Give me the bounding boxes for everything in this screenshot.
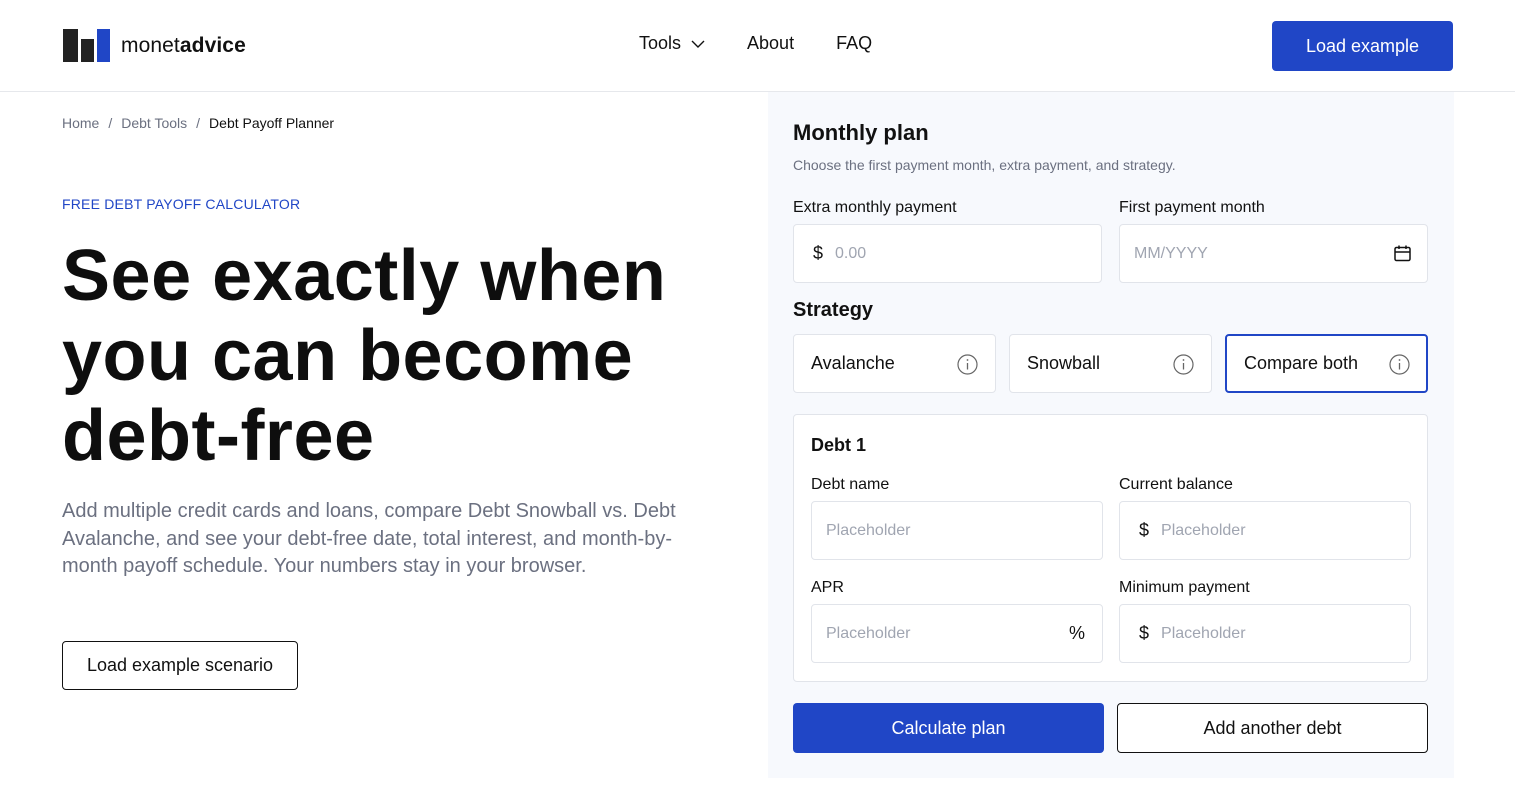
input-placeholder: MM/YYYY [1134, 244, 1208, 262]
add-another-debt-button[interactable]: Add another debt [1117, 703, 1428, 753]
breadcrumb: Home / Debt Tools / Debt Payoff Planner [62, 115, 334, 131]
nav-item-label: FAQ [836, 33, 873, 53]
strategy-option-snowball[interactable]: Snowball [1009, 334, 1212, 393]
nav-item-about[interactable]: About [747, 33, 794, 54]
extra-payment-input[interactable]: $ 0.00 [793, 224, 1102, 283]
main-nav: Tools About FAQ [639, 33, 872, 54]
brand-name: monetadvice [121, 33, 246, 57]
first-month-input[interactable]: MM/YYYY [1119, 224, 1428, 283]
input-placeholder: Placeholder [1161, 521, 1246, 539]
site-header: monetadvice Tools About FAQ Load example [0, 0, 1515, 92]
currency-prefix: $ [1139, 623, 1150, 643]
percent-suffix: % [1068, 623, 1085, 643]
apr-input[interactable]: Placeholder % [811, 604, 1103, 663]
strategy-option-avalanche[interactable]: Avalanche [793, 334, 996, 393]
debt-name-input[interactable]: Placeholder [811, 501, 1103, 560]
calculate-plan-button[interactable]: Calculate plan [793, 703, 1104, 753]
debt-name-label: Debt name [811, 476, 890, 493]
debt-card: Debt 1 Debt name Placeholder Current bal… [793, 414, 1428, 682]
chevron-down-icon [691, 40, 705, 48]
debt-title: Debt 1 [811, 435, 867, 455]
apr-label: APR [811, 579, 844, 596]
input-placeholder: 0.00 [835, 244, 867, 262]
currency-prefix: $ [813, 243, 824, 263]
calendar-icon[interactable] [1393, 244, 1412, 263]
current-balance-input[interactable]: $ Placeholder [1119, 501, 1411, 560]
eyebrow-text: FREE DEBT PAYOFF CALCULATOR [62, 196, 301, 212]
lead-paragraph: Add multiple credit cards and loans, com… [62, 500, 676, 577]
load-example-scenario-button[interactable]: Load example scenario [62, 641, 298, 690]
strategy-option-compare-both[interactable]: Compare both [1225, 334, 1428, 393]
input-placeholder: Placeholder [1161, 624, 1246, 642]
info-icon[interactable] [1173, 354, 1194, 375]
monthly-plan-panel: Monthly plan Choose the first payment mo… [768, 92, 1454, 778]
breadcrumb-item-debt-tools[interactable]: Debt Tools [121, 115, 187, 131]
option-label: Snowball [1027, 353, 1101, 373]
logo-icon [63, 29, 111, 62]
option-label: Compare both [1244, 353, 1359, 373]
nav-item-tools[interactable]: Tools [639, 33, 705, 54]
first-month-label: First payment month [1119, 199, 1265, 216]
breadcrumb-item-home[interactable]: Home [62, 115, 99, 131]
nav-item-label: Tools [639, 33, 682, 53]
load-example-button[interactable]: Load example [1272, 21, 1453, 71]
breadcrumb-separator: / [108, 115, 113, 131]
breadcrumb-separator: / [196, 115, 201, 131]
nav-item-faq[interactable]: FAQ [836, 33, 872, 54]
info-icon[interactable] [1389, 354, 1410, 375]
brand-logo[interactable]: monetadvice [63, 29, 246, 62]
minimum-payment-input[interactable]: $ Placeholder [1119, 604, 1411, 663]
minimum-payment-label: Minimum payment [1119, 579, 1250, 596]
currency-prefix: $ [1139, 520, 1150, 540]
panel-title: Monthly plan [793, 120, 929, 145]
strategy-heading: Strategy [793, 299, 874, 321]
info-icon[interactable] [957, 354, 978, 375]
input-placeholder: Placeholder [826, 521, 911, 539]
option-label: Avalanche [811, 353, 895, 373]
page-title: See exactly when you can become debt-fre… [62, 236, 667, 476]
current-balance-label: Current balance [1119, 476, 1233, 493]
breadcrumb-item-current: Debt Payoff Planner [209, 115, 335, 131]
panel-subtitle: Choose the first payment month, extra pa… [793, 157, 1176, 173]
extra-payment-label: Extra monthly payment [793, 199, 957, 216]
nav-item-label: About [747, 33, 795, 53]
input-placeholder: Placeholder [826, 624, 911, 642]
